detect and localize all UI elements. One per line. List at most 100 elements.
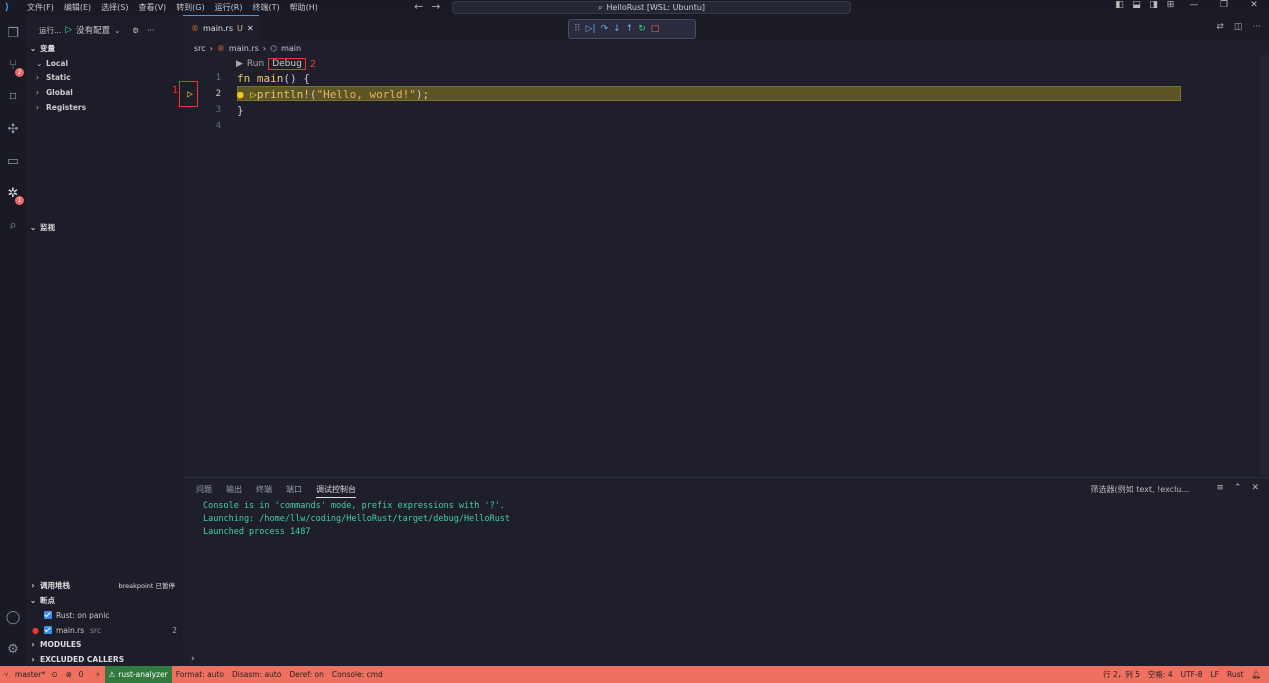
function-icon: ⌬ <box>270 43 278 53</box>
maximize-panel-icon[interactable]: ⌃ <box>1234 483 1242 493</box>
console-filter-input[interactable]: 筛选器(例如 text, !exclu... <box>1091 484 1189 495</box>
activity-bar: ❐ ⑂ 2 ⌑ ✣ ▭ ✲ 1 ⌕ ◯ ⚙ <box>0 15 26 666</box>
language-mode[interactable]: Rust <box>1223 670 1247 679</box>
forward-arrow-icon[interactable]: → <box>431 0 440 13</box>
panel-tabs: 问题 输出 终端 端口 调试控制台 <box>196 484 356 498</box>
clear-console-icon[interactable]: ≡ <box>1216 483 1224 493</box>
rust-analyzer-status[interactable]: ⚠ rust-analyzer <box>104 666 172 683</box>
minimize-button[interactable]: — <box>1179 0 1209 10</box>
bookmark-icon[interactable]: ⌑ <box>4 89 22 107</box>
explorer-icon[interactable]: ❐ <box>4 25 22 43</box>
breakpoint-main-rs[interactable]: ● main.rs src 2 <box>32 623 177 637</box>
problems-status[interactable]: ⊗ 0 <box>62 670 91 679</box>
chevron-down-icon[interactable]: ⌄ <box>114 26 120 35</box>
code-line[interactable]: 1 fn main() { <box>183 70 1183 86</box>
status-deref[interactable]: Deref: on <box>285 670 328 679</box>
menu-edit[interactable]: 编辑(E) <box>59 2 96 13</box>
tab-output[interactable]: 输出 <box>226 484 242 498</box>
line-ending[interactable]: LF <box>1206 670 1223 679</box>
codelens-run[interactable]: Run <box>247 59 264 69</box>
drag-handle-icon[interactable]: ⠿ <box>574 24 581 34</box>
minimap[interactable] <box>1260 55 1269 475</box>
excluded-callers-header[interactable]: › EXCLUDED CALLERS <box>26 652 183 666</box>
step-out-icon[interactable]: ↑ <box>626 24 634 34</box>
settings-gear-icon[interactable]: ⚙ <box>4 641 22 659</box>
restart-icon[interactable]: ↻ <box>638 24 646 34</box>
variables-item-local[interactable]: ⌄ Local <box>36 56 68 70</box>
encoding[interactable]: UTF-8 <box>1177 670 1207 679</box>
config-select[interactable]: 没有配置 <box>76 24 110 36</box>
gear-icon[interactable]: ⚙ <box>132 26 139 35</box>
extensions-icon[interactable]: ✣ <box>4 121 22 139</box>
variables-section-header[interactable]: ⌄ 变量 <box>26 41 183 55</box>
close-tab-icon[interactable]: ✕ <box>247 24 254 33</box>
debug-status-icon[interactable]: ⚡ <box>91 670 104 679</box>
modules-section-header[interactable]: › MODULES <box>26 637 183 651</box>
breadcrumb-file[interactable]: main.rs <box>229 44 259 53</box>
source-control-badge: 2 <box>15 68 24 77</box>
debug-stack-frame-icon[interactable]: ▷ <box>187 89 193 100</box>
toggle-sidebar-icon[interactable]: ◧ <box>1111 0 1128 10</box>
menu-help[interactable]: 帮助(H) <box>285 2 323 13</box>
breakpoint-dot-icon: ● <box>32 625 39 635</box>
continue-icon[interactable]: ▷| <box>586 24 596 34</box>
breadcrumb-src[interactable]: src <box>194 44 206 53</box>
menu-run[interactable]: 运行(R) <box>210 2 248 13</box>
open-changes-icon[interactable]: ⇄ <box>1216 22 1224 32</box>
code-line-current[interactable]: 2 ▷ ● ▷println!("Hello, world!"); <box>183 86 1183 102</box>
more-actions-icon[interactable]: ··· <box>1252 22 1261 32</box>
menu-go[interactable]: 转到(G) <box>171 2 209 13</box>
split-editor-icon[interactable]: ◫ <box>1234 22 1243 32</box>
remote-explorer-icon[interactable]: ▭ <box>4 153 22 171</box>
tab-main-rs[interactable]: ® main.rs U ✕ <box>183 15 259 41</box>
toggle-secondary-sidebar-icon[interactable]: ◨ <box>1145 0 1162 10</box>
watch-section-header[interactable]: ⌄ 监视 <box>26 220 183 234</box>
run-debug-icon[interactable]: ✲ 1 <box>4 185 24 205</box>
code-line[interactable]: 3 } <box>183 102 1183 118</box>
status-format[interactable]: Format: auto <box>172 670 228 679</box>
status-disasm[interactable]: Disasm: auto <box>228 670 285 679</box>
checkbox[interactable] <box>44 611 52 619</box>
menu-view[interactable]: 查看(V) <box>133 2 171 13</box>
toggle-panel-icon[interactable]: ⬓ <box>1128 0 1145 10</box>
close-window-button[interactable]: ✕ <box>1239 0 1269 10</box>
command-center-search[interactable]: ⌕ HelloRust [WSL: Ubuntu] <box>452 1 851 14</box>
checkbox[interactable] <box>44 626 52 634</box>
variables-item-static[interactable]: › Static <box>36 70 71 84</box>
branch-status[interactable]: ⑂ master* ⊙ <box>0 670 62 679</box>
variables-item-registers[interactable]: › Registers <box>36 100 86 114</box>
code-line[interactable]: 4 <box>183 118 1183 134</box>
stop-icon[interactable]: □ <box>651 24 660 34</box>
tab-debug-console[interactable]: 调试控制台 <box>316 484 356 498</box>
tab-ports[interactable]: 端口 <box>286 484 302 498</box>
breakpoints-section-header[interactable]: ⌄ 断点 <box>26 593 183 607</box>
search-icon[interactable]: ⌕ <box>4 217 22 235</box>
console-prompt-icon[interactable]: › <box>191 654 195 664</box>
start-debug-icon[interactable]: ▷ <box>65 25 72 35</box>
menu-file[interactable]: 文件(F) <box>22 2 59 13</box>
step-over-icon[interactable]: ↷ <box>601 24 609 34</box>
tab-problems[interactable]: 问题 <box>196 484 212 498</box>
callstack-section-header[interactable]: › 调用堆栈 breakpoint 已暂停 <box>26 578 183 592</box>
restore-button[interactable]: ❐ <box>1209 0 1239 10</box>
step-into-icon[interactable]: ↓ <box>613 24 621 34</box>
codelens-debug[interactable]: Debug <box>268 58 306 70</box>
tab-terminal[interactable]: 终端 <box>256 484 272 498</box>
source-control-icon[interactable]: ⑂ 2 <box>4 57 24 77</box>
breakpoint-rust-panic[interactable]: Rust: on panic <box>44 608 109 622</box>
back-arrow-icon[interactable]: ← <box>414 0 423 13</box>
breadcrumb-symbol[interactable]: main <box>281 44 301 53</box>
menu-selection[interactable]: 选择(S) <box>96 2 133 13</box>
close-panel-icon[interactable]: ✕ <box>1251 483 1259 493</box>
status-console[interactable]: Console: cmd <box>328 670 387 679</box>
lightbulb-icon[interactable]: ● <box>237 88 244 101</box>
indentation[interactable]: 空格: 4 <box>1144 669 1177 680</box>
more-actions-icon[interactable]: ··· <box>147 26 154 35</box>
account-icon[interactable]: ◯ <box>4 609 22 627</box>
layout-icon[interactable]: ⊞ <box>1162 0 1179 10</box>
cursor-position[interactable]: 行 2，列 5 <box>1099 669 1144 680</box>
notifications-bell-icon[interactable]: 🔔︎ <box>1247 670 1265 679</box>
menu-terminal[interactable]: 终端(T) <box>247 2 284 13</box>
menu-bar: 文件(F) 编辑(E) 选择(S) 查看(V) 转到(G) 运行(R) 终端(T… <box>22 2 323 13</box>
variables-item-global[interactable]: › Global <box>36 85 73 99</box>
